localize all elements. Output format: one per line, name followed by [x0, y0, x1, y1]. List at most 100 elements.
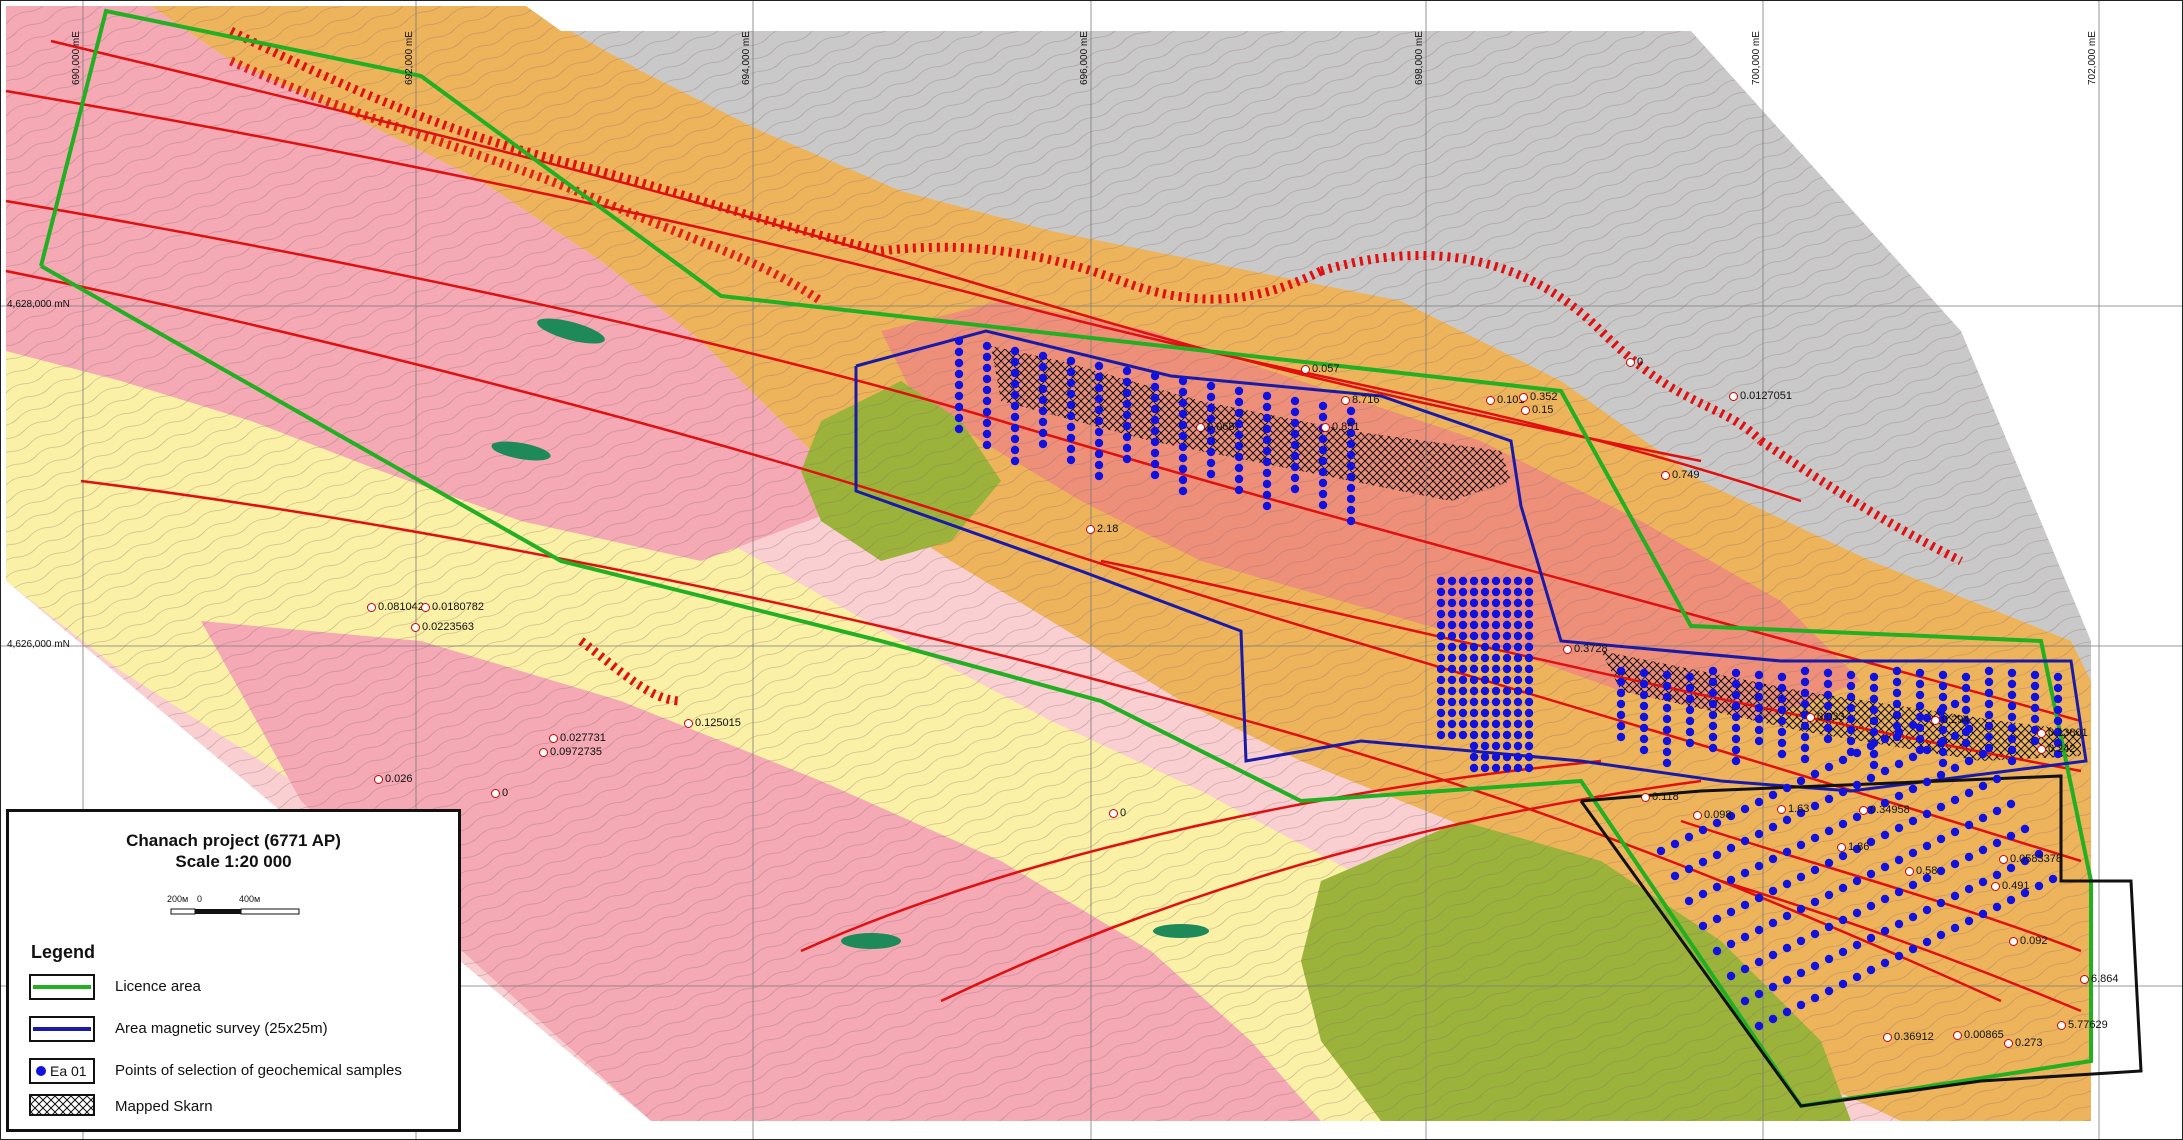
sample-point: [954, 391, 964, 401]
sample-point: [1436, 642, 1446, 652]
sample-point: [1846, 725, 1856, 735]
sample-point: [1290, 407, 1300, 417]
sample-point: [1685, 672, 1695, 682]
sample-value-label: 0: [1109, 807, 1126, 819]
sample-point: [1513, 741, 1523, 751]
sample-point: [1846, 736, 1856, 746]
sample-point: [1436, 686, 1446, 696]
sample-point: [1978, 781, 1988, 791]
sample-point: [1846, 714, 1856, 724]
sample-point: [1491, 741, 1501, 751]
sample-point: [1992, 838, 2002, 848]
sample-point: [1262, 490, 1272, 500]
sample-point: [1838, 851, 1848, 861]
sample-point: [2030, 703, 2040, 713]
sample-point: [1458, 598, 1468, 608]
sample-point: [1922, 745, 1932, 755]
sample-point: [1950, 891, 1960, 901]
sample-point: [1513, 576, 1523, 586]
sample-point: [1961, 738, 1971, 748]
legend-panel: Chanach project (6771 AP) Scale 1:20 000…: [6, 809, 461, 1132]
sample-point: [1880, 830, 1890, 840]
scale-bar-graphic: 200м 0 400м: [167, 894, 300, 915]
sample-point: [1480, 576, 1490, 586]
sample-point: [1754, 725, 1764, 735]
sample-point: [1810, 993, 1820, 1003]
sample-point: [1777, 738, 1787, 748]
sample-value-label: 2.18: [1086, 523, 1118, 535]
sample-point: [954, 358, 964, 368]
sample-point: [1880, 766, 1890, 776]
sample-point: [1502, 708, 1512, 718]
sample-point: [1066, 422, 1076, 432]
sample-point: [1810, 801, 1820, 811]
sample-value-label: 5.77629: [2057, 1019, 2108, 1031]
sample-point: [1066, 411, 1076, 421]
sample-point: [1447, 631, 1457, 641]
sample-point: [1346, 461, 1356, 471]
sample-point: [1318, 412, 1328, 422]
sample-point: [1796, 968, 1806, 978]
sample-point: [954, 369, 964, 379]
sample-point: [1922, 937, 1932, 947]
sample-point: [1777, 683, 1787, 693]
sample-point: [1950, 731, 1960, 741]
legend-label: Licence area: [115, 978, 201, 995]
sample-point: [1458, 653, 1468, 663]
sample-point: [1010, 445, 1020, 455]
sample-point: [1961, 683, 1971, 693]
sample-point: [1491, 576, 1501, 586]
sample-point: [1178, 442, 1188, 452]
sample-point: [1122, 421, 1132, 431]
sample-point: [1318, 445, 1328, 455]
sample-point: [1436, 598, 1446, 608]
sample-point: [2006, 895, 2016, 905]
sample-point: [1234, 474, 1244, 484]
sample-point: [1480, 653, 1490, 663]
sample-point: [1480, 741, 1490, 751]
sample-point: [982, 352, 992, 362]
sample-point: [1436, 730, 1446, 740]
sample-point: [1066, 433, 1076, 443]
sample-point: [1777, 694, 1787, 704]
sample-point: [1094, 416, 1104, 426]
sample-point: [1866, 741, 1876, 751]
sample-point: [1524, 642, 1534, 652]
sample-value-label: 0.033: [1806, 711, 1845, 723]
sample-point: [1869, 705, 1879, 715]
sample-point: [1458, 587, 1468, 597]
sample-point: [1712, 850, 1722, 860]
sample-point: [1915, 690, 1925, 700]
sample-point: [1922, 713, 1932, 723]
sample-point: [1961, 705, 1971, 715]
sample-value-label: 0.749: [1661, 469, 1700, 481]
sample-point: [1010, 346, 1020, 356]
sample-point: [1656, 846, 1666, 856]
sample-point: [1915, 679, 1925, 689]
sample-point: [1894, 855, 1904, 865]
sample-point: [1458, 631, 1468, 641]
sample-point: [1447, 708, 1457, 718]
sample-point: [1234, 386, 1244, 396]
sample-point: [1768, 854, 1778, 864]
sample-point: [1698, 921, 1708, 931]
sample-point: [1290, 396, 1300, 406]
sample-point: [1726, 843, 1736, 853]
sample-point: [1838, 979, 1848, 989]
sample-point: [1984, 721, 1994, 731]
sample-point: [1938, 758, 1948, 768]
sample-point: [1436, 675, 1446, 685]
sample-point: [1777, 672, 1787, 682]
sample-point: [1447, 719, 1457, 729]
sample-point: [1950, 827, 1960, 837]
sample-point: [1513, 598, 1523, 608]
sample-point: [2007, 723, 2017, 733]
sample-point: [1469, 642, 1479, 652]
sample-point: [1318, 456, 1328, 466]
sample-point: [1824, 890, 1834, 900]
sample-point: [2030, 681, 2040, 691]
sample-point: [1984, 699, 1994, 709]
sample-point: [1961, 694, 1971, 704]
sample-point: [1754, 925, 1764, 935]
sample-point: [1964, 756, 1974, 766]
